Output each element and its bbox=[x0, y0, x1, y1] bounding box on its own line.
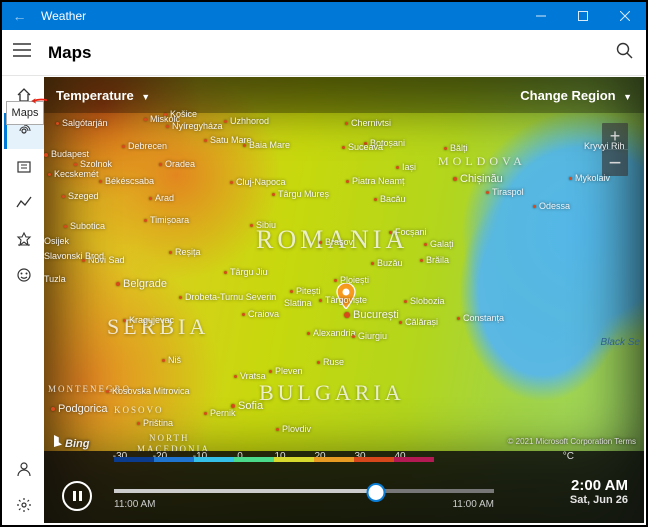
layer-dropdown[interactable]: Temperature ▼ bbox=[56, 88, 150, 103]
nav-settings[interactable] bbox=[4, 487, 44, 523]
zoom-out-button[interactable]: − bbox=[602, 150, 628, 176]
zoom-in-button[interactable]: + bbox=[602, 123, 628, 150]
minimize-button[interactable] bbox=[520, 2, 562, 30]
nav-feedback[interactable] bbox=[4, 257, 44, 293]
app-window: ← Weather Maps Maps bbox=[0, 0, 648, 527]
hamburger-menu-button[interactable] bbox=[2, 43, 42, 62]
nav-hourly[interactable] bbox=[4, 185, 44, 221]
nav-favorites[interactable] bbox=[4, 221, 44, 257]
temperature-legend bbox=[114, 457, 494, 462]
close-button[interactable] bbox=[604, 2, 646, 30]
page-title: Maps bbox=[42, 43, 91, 63]
nav-rail: Maps bbox=[4, 77, 44, 523]
legend-unit: °C bbox=[563, 451, 574, 462]
nav-account[interactable] bbox=[4, 451, 44, 487]
timeline-panel: Bing © 2021 Microsoft Corporation Terms … bbox=[44, 451, 644, 523]
header-bar: Maps bbox=[2, 30, 646, 76]
map-pin-icon bbox=[336, 283, 356, 314]
time-slider-labels: 11:00 AM11:00 AM bbox=[114, 499, 494, 510]
current-time-display: 2:00 AM Sat, Jun 26 bbox=[570, 477, 628, 506]
zoom-control: + − bbox=[602, 123, 628, 176]
pause-button[interactable] bbox=[62, 481, 92, 511]
map-toolbar: Temperature ▼ Change Region ▼ bbox=[44, 77, 644, 113]
titlebar: ← Weather bbox=[2, 2, 646, 30]
content-area: Maps Temperature ▼ Change Region ▼ bbox=[4, 77, 644, 523]
map-canvas[interactable]: Temperature ▼ Change Region ▼ + − ROMANI… bbox=[44, 77, 644, 523]
sea-label: Black Se bbox=[601, 337, 640, 348]
annotation-arrow bbox=[31, 93, 47, 109]
app-title: Weather bbox=[37, 9, 86, 23]
map-copyright: © 2021 Microsoft Corporation Terms bbox=[508, 437, 636, 446]
maximize-button[interactable] bbox=[562, 2, 604, 30]
back-button[interactable]: ← bbox=[2, 8, 37, 24]
region-dropdown[interactable]: Change Region ▼ bbox=[520, 88, 632, 103]
bing-logo: Bing bbox=[54, 435, 89, 450]
nav-3d[interactable] bbox=[4, 149, 44, 185]
search-button[interactable] bbox=[602, 42, 646, 63]
time-slider[interactable] bbox=[114, 489, 494, 493]
